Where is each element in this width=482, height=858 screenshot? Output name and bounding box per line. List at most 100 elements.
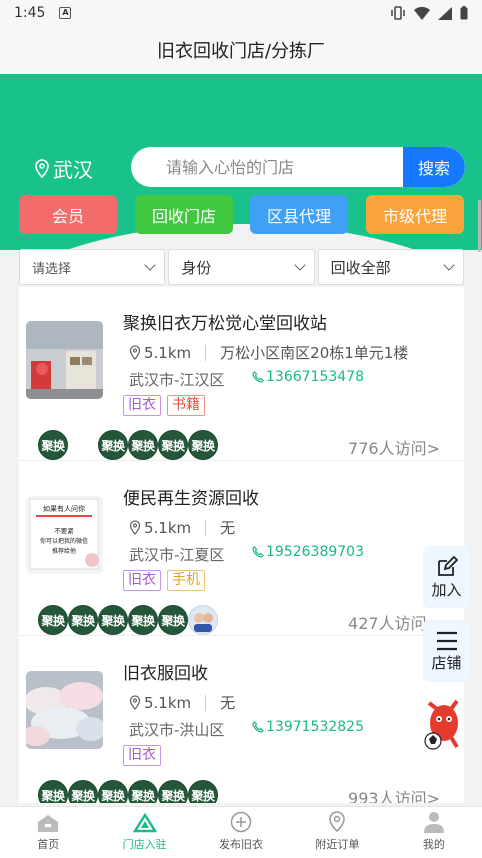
bottom-tab-bar: 首页 门店入驻 发布旧衣 附近订单 我的 (0, 806, 482, 858)
tab-home[interactable]: 首页 (0, 807, 96, 858)
visit-count-link[interactable]: 993人访问> (348, 785, 440, 803)
store-city: 武汉市-洪山区 (129, 721, 225, 739)
store-phone-number: 19526389703 (266, 544, 364, 560)
store-city: 武汉市-江夏区 (129, 546, 225, 564)
wifi-icon (414, 6, 430, 20)
filter-select-label: 请选择 (32, 261, 72, 277)
store-tags: 旧衣 (123, 745, 161, 766)
store-tag: 书籍 (167, 395, 205, 416)
join-button[interactable]: 加入 (423, 546, 470, 608)
location-pin-icon (35, 158, 49, 178)
store-name: 便民再生资源回收 (123, 489, 259, 509)
phone-icon (252, 371, 264, 383)
store-phone[interactable]: 13667153478 (252, 369, 364, 385)
tab-nearby-orders[interactable]: 附近订单 (289, 807, 385, 858)
chevron-down-icon (144, 259, 156, 271)
store-phone-number: 13971532825 (266, 719, 364, 735)
visitor-avatar: 聚换 (98, 430, 128, 460)
filter-identity[interactable]: 身份 (168, 249, 315, 285)
category-county-agent-button[interactable]: 区县代理 (250, 195, 348, 234)
visitor-avatar: 聚换 (128, 430, 158, 460)
category-member-button[interactable]: 会员 (19, 195, 117, 234)
app-notification-icon: A (59, 7, 72, 19)
status-bar: 1:45 A (0, 0, 482, 26)
filter-recycle-type-label: 回收全部 (330, 258, 391, 277)
signal-icon (438, 6, 452, 20)
category-city-agent-button[interactable]: 市级代理 (366, 195, 464, 234)
visitor-avatar: 聚换 (98, 780, 128, 803)
mascot-character-icon[interactable] (419, 693, 469, 753)
visitor-avatar: 聚换 (68, 605, 98, 635)
divider (205, 519, 207, 536)
plus-circle-icon (230, 811, 252, 833)
store-distance: 5.1km (144, 343, 192, 362)
store-tag: 手机 (167, 570, 205, 591)
edit-icon (437, 555, 458, 576)
location-pin-icon (129, 345, 141, 360)
shop-button[interactable]: 店铺 (423, 620, 470, 682)
join-label: 加入 (431, 580, 462, 599)
filter-bar: 请选择 身份 回收全部 (19, 249, 464, 285)
battery-icon (460, 6, 468, 20)
visitor-avatar: 聚换 (188, 430, 218, 460)
phone-icon (252, 721, 264, 733)
visitor-avatar: 聚换 (128, 780, 158, 803)
store-tags: 旧衣 手机 (123, 570, 205, 591)
visitor-avatar: 聚换 (188, 780, 218, 803)
visit-count-link[interactable]: 776人访问> (348, 435, 440, 459)
store-name: 旧衣服回收 (123, 664, 208, 684)
visitor-avatars: 聚换 聚换 聚换 聚换 聚换 聚换 (38, 780, 218, 803)
tab-store-join-label: 门店入驻 (122, 838, 167, 851)
chevron-down-icon (293, 259, 306, 271)
user-icon (423, 812, 444, 833)
tab-nearby-orders-label: 附近订单 (315, 838, 360, 851)
location-city: 武汉 (53, 158, 93, 182)
svg-text:如果有人问你: 如果有人问你 (43, 504, 85, 513)
search-input[interactable] (131, 147, 403, 187)
location-pin-icon (129, 695, 141, 710)
store-name: 聚换旧衣万松觉心堂回收站 (123, 314, 327, 334)
svg-text:不要紧: 不要紧 (54, 526, 74, 535)
store-distance-row: 5.1km 无 (129, 692, 235, 713)
tab-home-label: 首页 (37, 838, 60, 851)
tab-store-join[interactable]: 门店入驻 (96, 807, 192, 858)
filter-select[interactable]: 请选择 (19, 249, 166, 285)
home-icon (38, 815, 59, 832)
store-tags: 旧衣 书籍 (123, 395, 205, 416)
store-tag: 旧衣 (123, 570, 161, 591)
store-photo: 如果有人问你 不要紧 你可以把我的微信 推荐给他 (26, 496, 103, 574)
search-box: 搜索 (131, 147, 465, 187)
visitor-avatars: 聚换 聚换 聚换 聚换 聚换 (38, 605, 218, 635)
search-button[interactable]: 搜索 (403, 147, 465, 187)
visitor-avatar: 聚换 (158, 780, 188, 803)
store-phone-number: 13667153478 (266, 369, 364, 385)
title-bar: 旧衣回收门店/分拣厂 (0, 26, 482, 74)
vibrate-icon (391, 6, 405, 20)
visitor-avatar: 聚换 (158, 605, 188, 635)
divider (205, 694, 207, 711)
store-phone[interactable]: 19526389703 (252, 544, 364, 560)
store-tag: 旧衣 (123, 745, 161, 766)
store-phone[interactable]: 13971532825 (252, 719, 364, 735)
store-address: 无 (220, 694, 236, 712)
visitor-avatar: 聚换 (158, 430, 188, 460)
tab-publish-label: 发布旧衣 (219, 838, 264, 851)
store-photo (26, 671, 103, 749)
category-recycle-store-button[interactable]: 回收门店 (135, 195, 233, 234)
store-address: 万松小区南区20栋1单元1楼 (220, 344, 409, 362)
store-card[interactable]: 聚换旧衣万松觉心堂回收站 5.1km 万松小区南区20栋1单元1楼 武汉市-江汉… (19, 287, 464, 461)
visitor-avatar: 聚换 (128, 605, 158, 635)
store-distance-row: 5.1km 无 (129, 517, 235, 538)
store-photo (26, 321, 103, 399)
list-icon (436, 631, 457, 650)
tab-publish[interactable]: 发布旧衣 (193, 807, 289, 858)
store-card[interactable]: 如果有人问你 不要紧 你可以把我的微信 推荐给他 便民再生资源回收 5.1km … (19, 462, 464, 636)
visitor-avatar: 聚换 (68, 780, 98, 803)
scrollbar[interactable] (478, 200, 481, 252)
filter-recycle-type[interactable]: 回收全部 (317, 249, 464, 285)
store-city: 武汉市-江汉区 (129, 371, 225, 389)
tab-mine[interactable]: 我的 (386, 807, 482, 858)
store-card[interactable]: 旧衣服回收 5.1km 无 武汉市-洪山区 13971532825 旧衣 聚换 … (19, 637, 464, 803)
phone-icon (252, 546, 264, 558)
location-selector[interactable]: 武汉 (34, 154, 93, 183)
